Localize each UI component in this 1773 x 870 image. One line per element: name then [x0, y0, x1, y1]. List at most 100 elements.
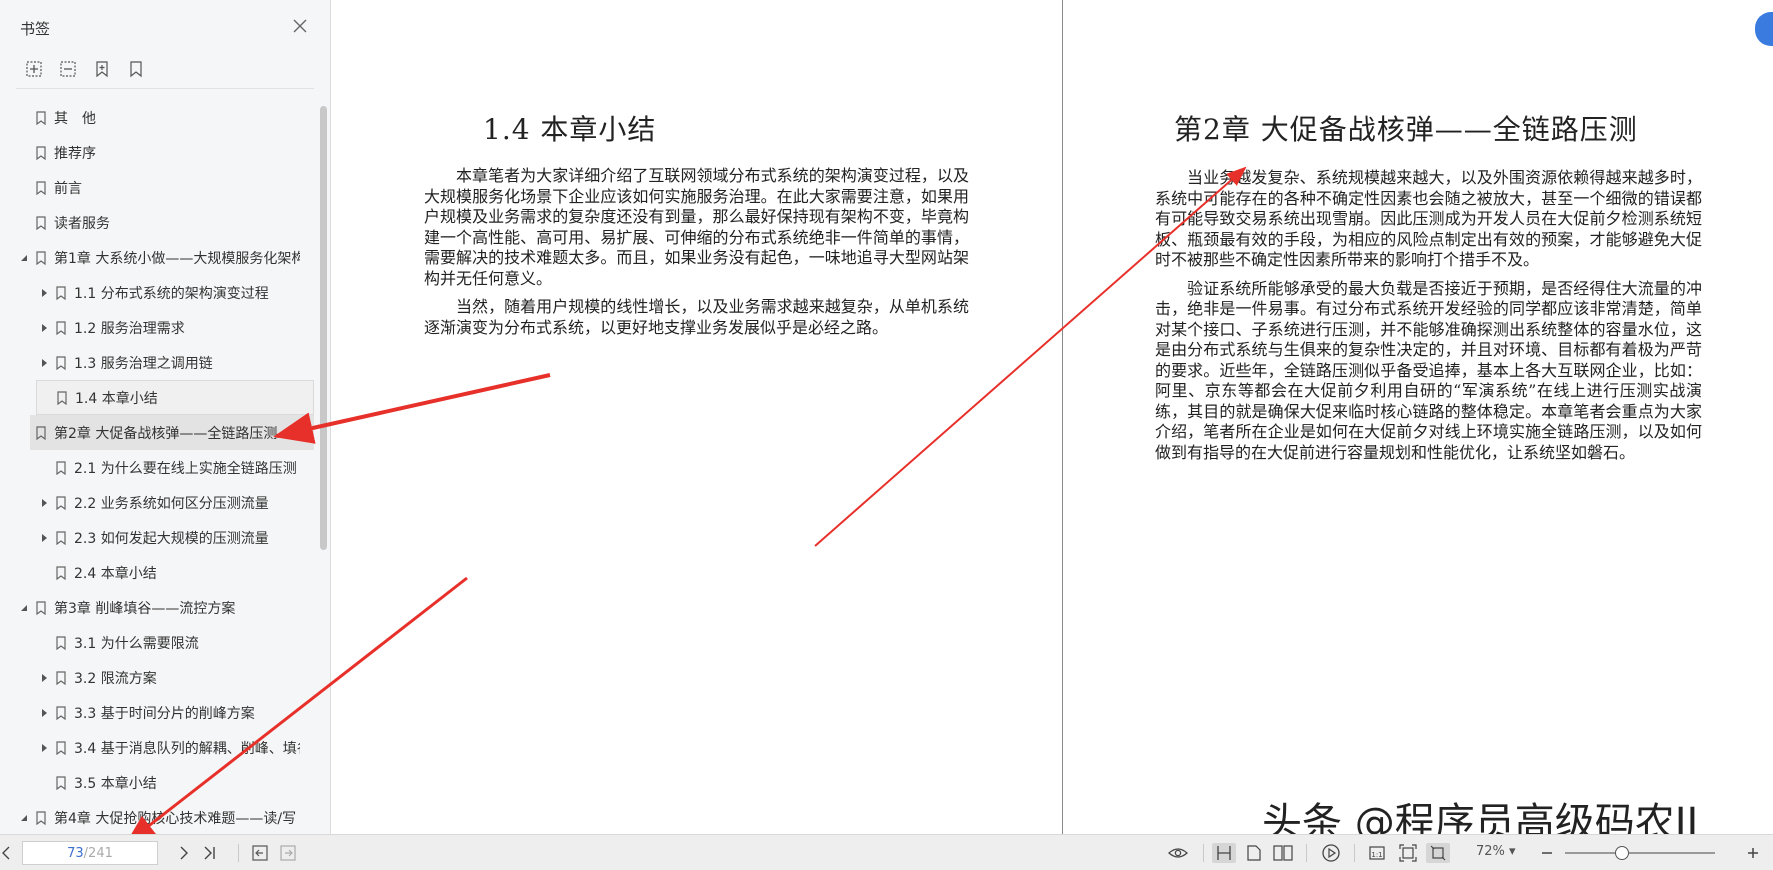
- zoom-value: 72%: [1476, 844, 1505, 859]
- single-page-view-icon[interactable]: [1212, 843, 1236, 863]
- toggle-spacer: [18, 147, 30, 159]
- bookmark-label: 3.1 为什么需要限流: [74, 635, 199, 652]
- sidebar-scrollbar[interactable]: [320, 106, 327, 550]
- bookmark-icon: [56, 670, 66, 685]
- right-page-title: 第2章 大促备战核弹——全链路压测: [1174, 113, 1638, 146]
- bookmark-section[interactable]: 3.4 基于消息队列的解耦、削峰、填谷: [0, 730, 300, 765]
- bookmark-icon: [36, 110, 46, 125]
- expand-arrow-icon[interactable]: [18, 252, 30, 264]
- collapse-arrow-icon[interactable]: [38, 497, 50, 509]
- bookmark-section[interactable]: 3.5 本章小结: [0, 765, 300, 800]
- collapse-arrow-icon[interactable]: [38, 322, 50, 334]
- bookmark-chapter[interactable]: 其 他: [0, 100, 300, 135]
- expand-arrow-icon[interactable]: [18, 602, 30, 614]
- paragraph: 当然，随着用户规模的线性增长，以及业务需求越来越复杂，从单机系统逐渐演变为分布式…: [424, 297, 969, 337]
- bookmark-icon: [36, 215, 46, 230]
- collapse-all-icon[interactable]: [58, 58, 78, 80]
- fit-width-icon[interactable]: [1426, 843, 1450, 863]
- fit-page-icon[interactable]: [1396, 843, 1420, 863]
- paragraph: 本章笔者为大家详细介绍了互联网领域分布式系统的架构演变过程，以及大规模服务化场景…: [424, 166, 969, 288]
- bookmark-label: 1.4 本章小结: [75, 390, 158, 407]
- forward-icon[interactable]: [278, 843, 298, 863]
- next-page-icon[interactable]: [176, 843, 192, 863]
- bookmark-label: 第4章 大促抢购核心技术难题——读/写: [54, 810, 297, 827]
- bookmark-label: 3.4 基于消息队列的解耦、削峰、填谷: [74, 740, 300, 757]
- bookmark-section[interactable]: 2.1 为什么要在线上实施全链路压测: [0, 450, 300, 485]
- bookmark-section[interactable]: 3.3 基于时间分片的削峰方案: [0, 695, 300, 730]
- bookmark-section[interactable]: 1.3 服务治理之调用链: [0, 345, 300, 380]
- bookmark-icon: [56, 635, 66, 650]
- expand-all-icon[interactable]: [24, 58, 44, 80]
- toggle-spacer: [18, 112, 30, 124]
- bookmark-section[interactable]: 3.1 为什么需要限流: [0, 625, 300, 660]
- bookmark-label: 2.4 本章小结: [74, 565, 157, 582]
- bookmark-section[interactable]: 2.2 业务系统如何区分压测流量: [0, 485, 300, 520]
- bookmark-section[interactable]: 2.3 如何发起大规模的压测流量: [0, 520, 300, 555]
- bookmark-label: 第3章 削峰填谷——流控方案: [54, 600, 236, 617]
- right-page-body: 当业务越发复杂、系统规模越来越大，以及外围资源依赖得越来越多时，系统中可能存在的…: [1155, 168, 1702, 471]
- expand-arrow-icon[interactable]: [18, 812, 30, 824]
- bookmark-label: 1.2 服务治理需求: [74, 320, 185, 337]
- bookmark-label: 第2章 大促备战核弹——全链路压测: [54, 425, 278, 442]
- zoom-slider-handle[interactable]: [1615, 846, 1629, 860]
- collapse-arrow-icon[interactable]: [38, 672, 50, 684]
- bookmark-icon: [56, 705, 66, 720]
- close-icon[interactable]: [290, 16, 310, 36]
- bookmark-section[interactable]: 3.2 限流方案: [0, 660, 300, 695]
- zoom-out-icon[interactable]: [1538, 843, 1556, 863]
- bookmark-section[interactable]: 2.4 本章小结: [0, 555, 300, 590]
- actual-size-icon[interactable]: 1:1: [1366, 843, 1388, 863]
- last-page-icon[interactable]: [200, 843, 220, 863]
- toggle-spacer: [39, 392, 51, 404]
- collapse-arrow-icon[interactable]: [38, 287, 50, 299]
- bookmark-section[interactable]: 1.2 服务治理需求: [0, 310, 300, 345]
- zoom-dropdown[interactable]: 72% ▾: [1476, 844, 1516, 859]
- play-icon[interactable]: [1318, 843, 1344, 863]
- bookmark-label: 第1章 大系统小做——大规模服务化架构: [54, 250, 300, 267]
- bookmark-icon: [56, 565, 66, 580]
- bookmark-icon[interactable]: [126, 58, 146, 80]
- page-number-input[interactable]: 73/241: [22, 841, 158, 865]
- bookmark-icon: [56, 740, 66, 755]
- collapse-arrow-icon[interactable]: [38, 532, 50, 544]
- bookmark-toolbar: [24, 58, 146, 80]
- document-view-icon[interactable]: [1242, 843, 1266, 863]
- bookmark-icon: [36, 810, 46, 825]
- sidebar-title: 书签: [20, 20, 51, 38]
- prev-arrow-icon[interactable]: [0, 843, 12, 863]
- bookmark-chapter[interactable]: 读者服务: [0, 205, 300, 240]
- bookmark-label: 3.3 基于时间分片的削峰方案: [74, 705, 255, 722]
- bookmark-tree: 其 他推荐序前言读者服务第1章 大系统小做——大规模服务化架构 1.1 分布式系统…: [0, 100, 314, 835]
- bookmark-section[interactable]: 1.1 分布式系统的架构演变过程: [0, 275, 300, 310]
- bookmark-chapter[interactable]: 推荐序: [0, 135, 300, 170]
- bookmark-chapter[interactable]: 第2章 大促备战核弹——全链路压测: [30, 415, 314, 450]
- bookmark-icon: [36, 425, 46, 440]
- zoom-in-icon[interactable]: [1744, 843, 1762, 863]
- bookmark-chapter[interactable]: 第1章 大系统小做——大规模服务化架构: [0, 240, 300, 275]
- zoom-slider[interactable]: [1565, 852, 1715, 854]
- bookmark-label: 前言: [54, 180, 82, 197]
- collapse-arrow-icon[interactable]: [38, 742, 50, 754]
- toggle-spacer: [38, 637, 50, 649]
- toggle-spacer: [18, 182, 30, 194]
- toggle-spacer: [38, 567, 50, 579]
- bookmark-label: 1.1 分布式系统的架构演变过程: [74, 285, 269, 302]
- bookmark-section[interactable]: 1.4 本章小结: [36, 380, 314, 415]
- bookmark-icon: [36, 180, 46, 195]
- collapse-arrow-icon[interactable]: [38, 357, 50, 369]
- bookmark-chapter[interactable]: 前言: [0, 170, 300, 205]
- page-divider: [1062, 0, 1063, 834]
- back-icon[interactable]: [250, 843, 270, 863]
- bookmark-icon: [56, 355, 66, 370]
- double-page-view-icon[interactable]: [1270, 843, 1296, 863]
- add-bookmark-icon[interactable]: [92, 58, 112, 80]
- bookmark-label: 3.2 限流方案: [74, 670, 157, 687]
- collapse-arrow-icon[interactable]: [38, 707, 50, 719]
- bookmark-icon: [56, 320, 66, 335]
- toggle-spacer: [18, 217, 30, 229]
- paragraph: 当业务越发复杂、系统规模越来越大，以及外围资源依赖得越来越多时，系统中可能存在的…: [1155, 168, 1702, 269]
- bookmark-chapter[interactable]: 第4章 大促抢购核心技术难题——读/写: [0, 800, 300, 835]
- eye-protection-icon[interactable]: [1165, 843, 1191, 863]
- toggle-spacer: [38, 777, 50, 789]
- bookmark-chapter[interactable]: 第3章 削峰填谷——流控方案: [0, 590, 300, 625]
